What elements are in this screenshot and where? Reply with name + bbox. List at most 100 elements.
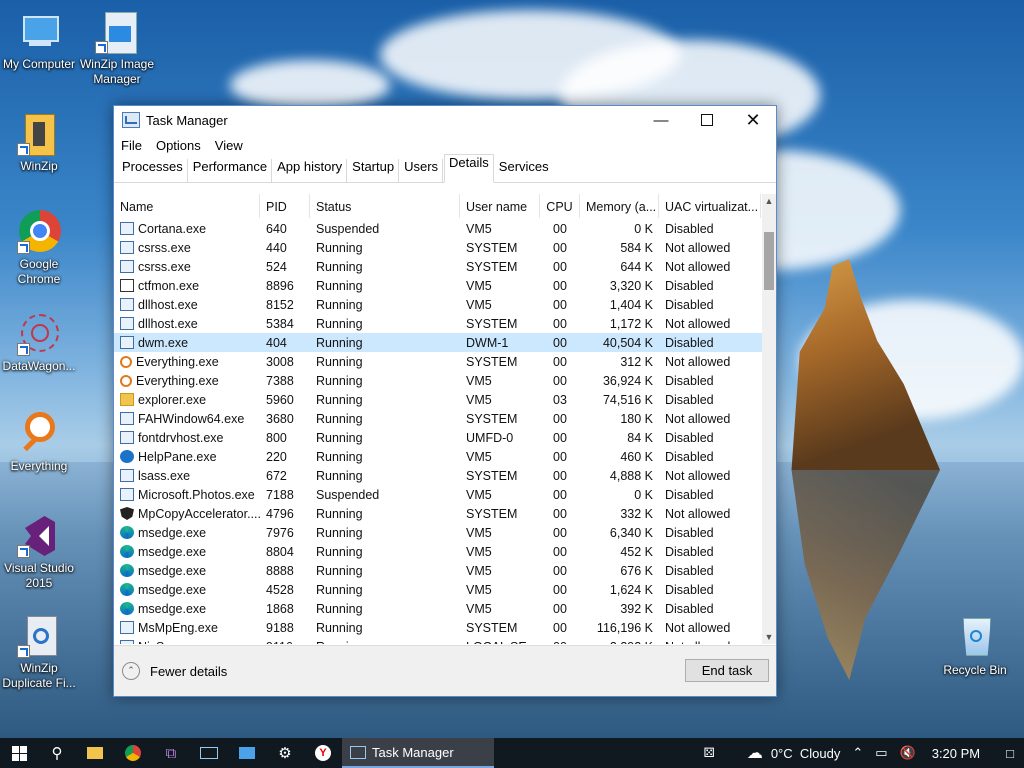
desktop-icon-label: Recycle Bin (943, 663, 1007, 677)
table-row[interactable]: FAHWindow64.exe 3680 Running SYSTEM 00 180 K N… (114, 409, 762, 428)
desktop-icon-datawagon[interactable]: DataWagon... (0, 312, 78, 374)
tab-users[interactable]: Users (400, 159, 444, 182)
cell-memory: 1,404 K (609, 297, 653, 312)
column-header-memory[interactable]: Memory (a... (580, 194, 659, 218)
cell-cpu: 00 (553, 563, 567, 578)
table-row[interactable]: msedge.exe 8888 Running VM5 00 676 K Disabled (114, 561, 762, 580)
scroll-up-icon[interactable]: ▲ (762, 194, 776, 208)
menu-options[interactable]: Options (156, 138, 201, 153)
cell-pid: 7388 (266, 373, 294, 388)
table-row[interactable]: Cortana.exe 640 Suspended VM5 00 0 K Disabled (114, 219, 762, 238)
desktop-icon-winzip-duplicate-finder[interactable]: WinZip Duplicate Fi... (0, 614, 78, 691)
desktop-icon-label: Visual Studio 2015 (4, 561, 74, 590)
taskbar-file-explorer[interactable] (76, 738, 114, 768)
table-row[interactable]: lsass.exe 672 Running SYSTEM 00 4,888 K Not al… (114, 466, 762, 485)
notification-icon[interactable]: □ (1006, 746, 1014, 761)
cell-uac: Disabled (665, 335, 714, 350)
cell-cpu: 00 (553, 487, 567, 502)
table-row[interactable]: msedge.exe 4528 Running VM5 00 1,624 K Disable… (114, 580, 762, 599)
table-row[interactable]: msedge.exe 8804 Running VM5 00 452 K Disabled (114, 542, 762, 561)
desktop-icon-winzip-image-manager[interactable]: WinZip Image Manager (78, 10, 156, 87)
network-icon[interactable]: ▭ (875, 745, 887, 761)
cell-pid: 8888 (266, 563, 294, 578)
taskbar-chrome[interactable] (114, 738, 152, 768)
table-row[interactable]: fontdrvhost.exe 800 Running UMFD-0 00 84 K Dis… (114, 428, 762, 447)
cell-cpu: 00 (553, 601, 567, 616)
table-row[interactable]: ctfmon.exe 8896 Running VM5 00 3,320 K Disable… (114, 276, 762, 295)
tab-performance[interactable]: Performance (189, 159, 273, 182)
desktop-icon-winzip[interactable]: WinZip (0, 112, 78, 174)
cell-name: dwm.exe (114, 336, 260, 350)
chevron-up-icon[interactable]: ⌃ (852, 745, 863, 761)
scrollbar-thumb[interactable] (764, 232, 774, 290)
table-row[interactable]: MsMpEng.exe 9188 Running SYSTEM 00 116,196 K N… (114, 618, 762, 637)
cell-name: msedge.exe (114, 602, 260, 616)
volume-muted-icon[interactable]: 🔇 (900, 745, 916, 761)
cell-status: Running (316, 278, 363, 293)
column-header-name[interactable]: Name ⌃ (114, 194, 260, 218)
cell-status: Running (316, 411, 363, 426)
table-row[interactable]: dllhost.exe 5384 Running SYSTEM 00 1,172 K Not… (114, 314, 762, 333)
tab-services[interactable]: Services (495, 159, 553, 182)
cell-pid: 9116 (260, 640, 310, 645)
minimize-button[interactable]: — (638, 106, 684, 134)
table-row[interactable]: msedge.exe 1868 Running VM5 00 392 K Disabled (114, 599, 762, 618)
process-name: msedge.exe (138, 525, 207, 540)
taskbar-task-manager[interactable]: Task Manager (342, 738, 494, 768)
close-button[interactable]: ✕ (730, 106, 776, 134)
menu-file[interactable]: File (121, 138, 142, 153)
table-row[interactable]: explorer.exe 5960 Running VM5 03 74,516 K Disa… (114, 390, 762, 409)
menu-view[interactable]: View (215, 138, 243, 153)
table-row[interactable]: msedge.exe 7976 Running VM5 00 6,340 K Disable… (114, 523, 762, 542)
desktop-icon-my-computer[interactable]: My Computer (0, 10, 78, 72)
column-header-uac[interactable]: UAC virtualizat... (659, 194, 761, 218)
clock[interactable]: 3:20 PM (932, 746, 980, 761)
table-row[interactable]: HelpPane.exe 220 Running VM5 00 460 K Disabled (114, 447, 762, 466)
taskbar-keyboard[interactable] (190, 738, 228, 768)
column-header-cpu[interactable]: CPU (540, 194, 580, 218)
column-header-pid[interactable]: PID (260, 194, 310, 218)
app-icon (120, 222, 134, 235)
cell-uac: Not allowed (665, 468, 731, 483)
desktop-icon-google-chrome[interactable]: Google Chrome (0, 210, 78, 287)
end-task-button[interactable]: End task (685, 659, 769, 682)
cloud-icon[interactable]: ☁ (747, 743, 763, 763)
system-tray: ⚄ ☁ 0°C Cloudy ⌃ ▭ 🔇 3:20 PM □ (698, 738, 1024, 768)
table-row[interactable]: Microsoft.Photos.exe 7188 Suspended VM5 00 0 … (114, 485, 762, 504)
start-button[interactable] (0, 738, 38, 768)
people-icon[interactable]: ⚄ (704, 745, 715, 761)
taskbar-settings[interactable]: ⚙ (266, 738, 304, 768)
taskbar-yandex[interactable]: Y (304, 738, 342, 768)
taskbar-visual-studio[interactable]: ⧉ (152, 738, 190, 768)
tab-startup[interactable]: Startup (348, 159, 400, 182)
taskbar-remote-desktop[interactable] (228, 738, 266, 768)
maximize-button[interactable] (684, 106, 730, 134)
vertical-scrollbar[interactable]: ▲ ▼ (762, 194, 776, 644)
table-row[interactable]: Everything.exe 7388 Running VM5 00 36,924 K Di… (114, 371, 762, 390)
table-row[interactable]: MpCopyAccelerator.... 4796 Running SYSTEM 00… (114, 504, 762, 523)
table-row[interactable]: csrss.exe 440 Running SYSTEM 00 584 K Not allo… (114, 238, 762, 257)
process-name: msedge.exe (138, 582, 207, 597)
fewer-details-button[interactable]: ⌃ Fewer details (122, 662, 227, 680)
desktop-icon-label: WinZip Image Manager (79, 57, 155, 86)
search-button[interactable]: ⚲ (38, 738, 76, 768)
desktop-icon-everything[interactable]: Everything (0, 412, 78, 474)
desktop-icon-recycle-bin[interactable]: Recycle Bin (936, 616, 1014, 678)
title-bar[interactable]: Task Manager — ✕ (114, 106, 776, 134)
table-row[interactable]: dwm.exe 404 Running DWM-1 00 40,504 K Disabled (114, 333, 762, 352)
scroll-down-icon[interactable]: ▼ (762, 630, 776, 644)
tab-processes[interactable]: Processes (118, 159, 188, 182)
cell-pid: 9188 (266, 620, 294, 635)
column-header-status[interactable]: Status (310, 194, 460, 218)
tab-app-history[interactable]: App history (273, 159, 348, 182)
table-row[interactable]: Everything.exe 3008 Running SYSTEM 00 312 K No… (114, 352, 762, 371)
desktop-icon-visual-studio[interactable]: Visual Studio 2015 (0, 514, 78, 591)
table-row[interactable]: dllhost.exe 8152 Running VM5 00 1,404 K Disabl… (114, 295, 762, 314)
weather-label[interactable]: 0°C Cloudy (771, 746, 841, 761)
column-header-user-name[interactable]: User name (460, 194, 540, 218)
tab-details[interactable]: Details (444, 154, 494, 183)
table-row[interactable]: NisSrv.exe 9116RunningLOCAL SE...002,392 … (114, 637, 762, 644)
process-name: csrss.exe (138, 259, 191, 274)
maximize-icon (701, 114, 713, 126)
table-row[interactable]: csrss.exe 524 Running SYSTEM 00 644 K Not allo… (114, 257, 762, 276)
